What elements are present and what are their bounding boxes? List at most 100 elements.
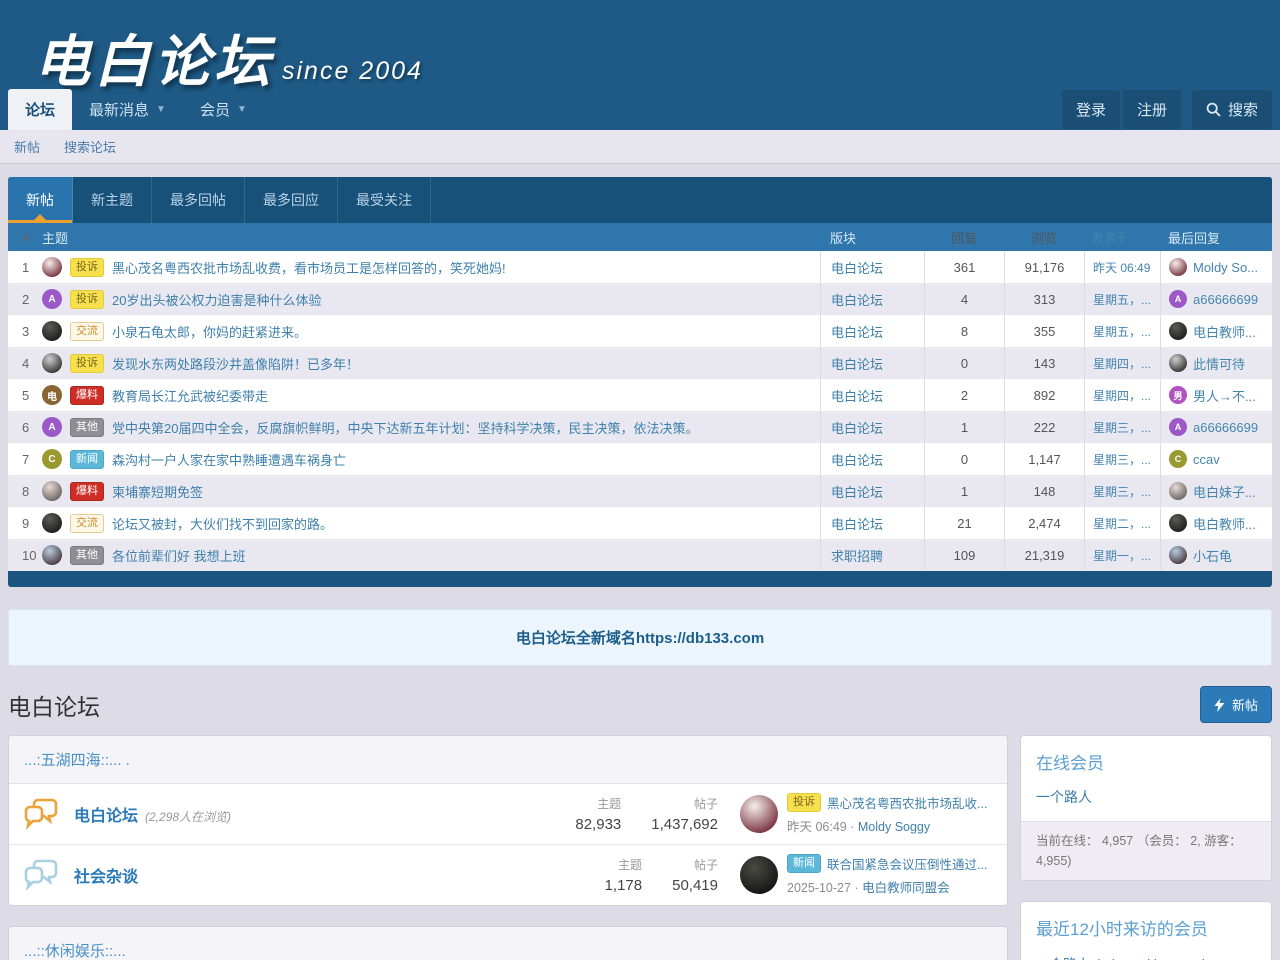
category-title[interactable]: ...::休闲娱乐::... — [9, 927, 1007, 960]
forum-link[interactable]: 电白论坛 — [831, 322, 883, 341]
user-avatar[interactable] — [1169, 258, 1187, 276]
topic-row: 9交流论坛又被封，大伙们找不到回家的路。电白论坛212,474星期二，...电白… — [8, 507, 1272, 539]
recent-visitors-box: 最近12小时来访的会员 一个路人, hchcc, cking, mmboy, M… — [1020, 901, 1272, 960]
topic-badge: 投诉 — [787, 793, 821, 812]
topic-title-link[interactable]: 教育局长江允武被纪委带走 — [112, 386, 268, 405]
user-avatar[interactable]: A — [1169, 418, 1187, 436]
tab-new-threads[interactable]: 新主题 — [73, 177, 152, 223]
user-avatar[interactable] — [1169, 514, 1187, 532]
user-avatar[interactable]: A — [42, 289, 62, 309]
topic-title-link[interactable]: 各位前辈们好 我想上班 — [112, 546, 246, 565]
topic-title-link[interactable]: 党中央第20届四中全会，反腐旗帜鲜明，中央下达新五年计划：坚持科学决策，民主决策… — [112, 418, 698, 437]
latest-post-user-link[interactable]: Moldy Soggy — [858, 820, 930, 834]
nav-tab-latest-news[interactable]: 最新消息▼ — [72, 89, 183, 130]
site-logo[interactable]: 电白论坛 — [34, 34, 274, 90]
online-member-link[interactable]: 一个路人 — [1036, 789, 1092, 805]
user-avatar[interactable]: 电 — [42, 385, 62, 405]
user-avatar[interactable]: C — [1169, 450, 1187, 468]
search-button[interactable]: 搜索 — [1192, 90, 1272, 129]
nav-tab-members[interactable]: 会员▼ — [183, 89, 264, 130]
forum-link[interactable]: 电白论坛 — [831, 418, 883, 437]
user-avatar[interactable]: 男 — [1169, 386, 1187, 404]
user-avatar[interactable]: A — [42, 417, 62, 437]
latest-post-title-line: 新闻联合国紧急会议压倒性通过... — [787, 854, 987, 873]
forum-name-link[interactable]: 电白论坛 — [74, 802, 138, 826]
forum-stats: 主题 82,933 帖子 1,437,692 — [575, 795, 718, 833]
forum-link[interactable]: 电白论坛 — [831, 258, 883, 277]
chevron-down-icon: ▼ — [237, 104, 247, 115]
topic-title-link[interactable]: 柬埔寨短期免签 — [112, 482, 203, 501]
nav-tab-forum[interactable]: 论坛 — [8, 89, 72, 130]
user-avatar[interactable]: A — [1169, 290, 1187, 308]
topic-index: 3 — [8, 324, 42, 339]
forum-link[interactable]: 电白论坛 — [831, 514, 883, 533]
latest-post-title-link[interactable]: 黑心茂名粤西农批市场乱收... — [827, 793, 987, 812]
topic-title-link[interactable]: 森沟村一户人家在家中熟睡遭遇车祸身亡 — [112, 450, 346, 469]
user-avatar[interactable] — [1169, 354, 1187, 372]
forum-cell: 电白论坛 — [820, 283, 924, 315]
forum-link[interactable]: 电白论坛 — [831, 354, 883, 373]
user-avatar[interactable] — [42, 353, 62, 373]
last-reply-user[interactable]: 电白妹子... — [1193, 482, 1256, 501]
latest-post: 新闻联合国紧急会议压倒性通过...2025-10-27 · 电白教师同盟会 — [740, 854, 992, 896]
forum-link[interactable]: 电白论坛 — [831, 386, 883, 405]
user-avatar[interactable] — [42, 545, 62, 565]
view-count: 892 — [1004, 379, 1084, 411]
topic-row: 3交流小泉石龟太郎，你妈的赶紧进来。电白论坛8355星期五，...电白教师... — [8, 315, 1272, 347]
user-avatar[interactable] — [740, 795, 778, 833]
posted-time: 星期二，... — [1084, 507, 1160, 539]
site-header: 电白论坛 since 2004 论坛 最新消息▼ 会员▼ 登录 注册 搜索 — [0, 0, 1280, 130]
latest-post-title-link[interactable]: 联合国紧急会议压倒性通过... — [827, 854, 987, 873]
category-title[interactable]: ...:五湖四海::... . — [9, 736, 1007, 784]
last-reply-user[interactable]: 小石龟 — [1193, 546, 1232, 565]
tab-new-posts[interactable]: 新帖 — [8, 177, 73, 223]
subnav-new-posts-link[interactable]: 新帖 — [14, 137, 40, 156]
last-reply-user[interactable]: 电白教师... — [1193, 322, 1256, 341]
topic-cell: 其他各位前辈们好 我想上班 — [42, 545, 820, 565]
user-avatar[interactable] — [740, 856, 778, 894]
user-avatar[interactable] — [1169, 322, 1187, 340]
forum-name-link[interactable]: 社会杂谈 — [74, 863, 138, 887]
login-button[interactable]: 登录 — [1062, 90, 1120, 129]
stat-label: 帖子 — [651, 795, 718, 812]
col-index: # — [8, 230, 42, 245]
user-avatar[interactable] — [1169, 546, 1187, 564]
topic-title-link[interactable]: 小泉石龟太郎，你妈的赶紧进来。 — [112, 322, 307, 341]
view-count: 148 — [1004, 475, 1084, 507]
stat-value: 82,933 — [575, 816, 621, 833]
topic-title-link[interactable]: 发现水东两处路段沙井盖像陷阱！已多年！ — [112, 354, 359, 373]
announcement-link[interactable]: 电白论坛全新域名https://db133.com — [516, 630, 764, 647]
last-reply-user[interactable]: a66666699 — [1193, 420, 1258, 435]
user-avatar[interactable]: C — [42, 449, 62, 469]
register-button[interactable]: 注册 — [1123, 90, 1181, 129]
topic-title-link[interactable]: 20岁出头被公权力迫害是种什么体验 — [112, 290, 321, 309]
tab-most-reactions[interactable]: 最多回应 — [245, 177, 338, 223]
forum-link[interactable]: 电白论坛 — [831, 450, 883, 469]
tab-most-followed[interactable]: 最受关注 — [338, 177, 431, 223]
user-avatar[interactable] — [42, 321, 62, 341]
forum-link[interactable]: 求职招聘 — [831, 546, 883, 565]
stat-value: 1,437,692 — [651, 816, 718, 833]
stat-label: 主题 — [575, 795, 621, 812]
tab-most-replies[interactable]: 最多回帖 — [152, 177, 245, 223]
user-avatar[interactable] — [42, 513, 62, 533]
topic-title-link[interactable]: 论坛又被封，大伙们找不到回家的路。 — [112, 514, 333, 533]
user-avatar[interactable] — [1169, 482, 1187, 500]
latest-post-user-link[interactable]: 电白教师同盟会 — [862, 881, 950, 895]
last-reply-user[interactable]: a66666699 — [1193, 292, 1258, 307]
last-reply-user[interactable]: Moldy So... — [1193, 260, 1258, 275]
last-reply-user[interactable]: ccav — [1193, 452, 1220, 467]
last-reply-user[interactable]: 男人→不... — [1193, 386, 1256, 405]
new-post-button[interactable]: 新帖 — [1200, 686, 1272, 723]
subnav-search-forum-link[interactable]: 搜索论坛 — [64, 137, 116, 156]
lightning-icon — [1214, 698, 1225, 712]
forum-link[interactable]: 电白论坛 — [831, 482, 883, 501]
latest-post-title-line: 投诉黑心茂名粤西农批市场乱收... — [787, 793, 987, 812]
user-avatar[interactable] — [42, 481, 62, 501]
last-reply-user[interactable]: 此情可待 — [1193, 354, 1245, 373]
user-avatar[interactable] — [42, 257, 62, 277]
last-reply-user[interactable]: 电白教师... — [1193, 514, 1256, 533]
topic-title-link[interactable]: 黑心茂名粤西农批市场乱收费，看市场员工是怎样回答的，笑死她妈! — [112, 258, 506, 277]
forum-link[interactable]: 电白论坛 — [831, 290, 883, 309]
topic-badge: 爆料 — [70, 386, 104, 405]
